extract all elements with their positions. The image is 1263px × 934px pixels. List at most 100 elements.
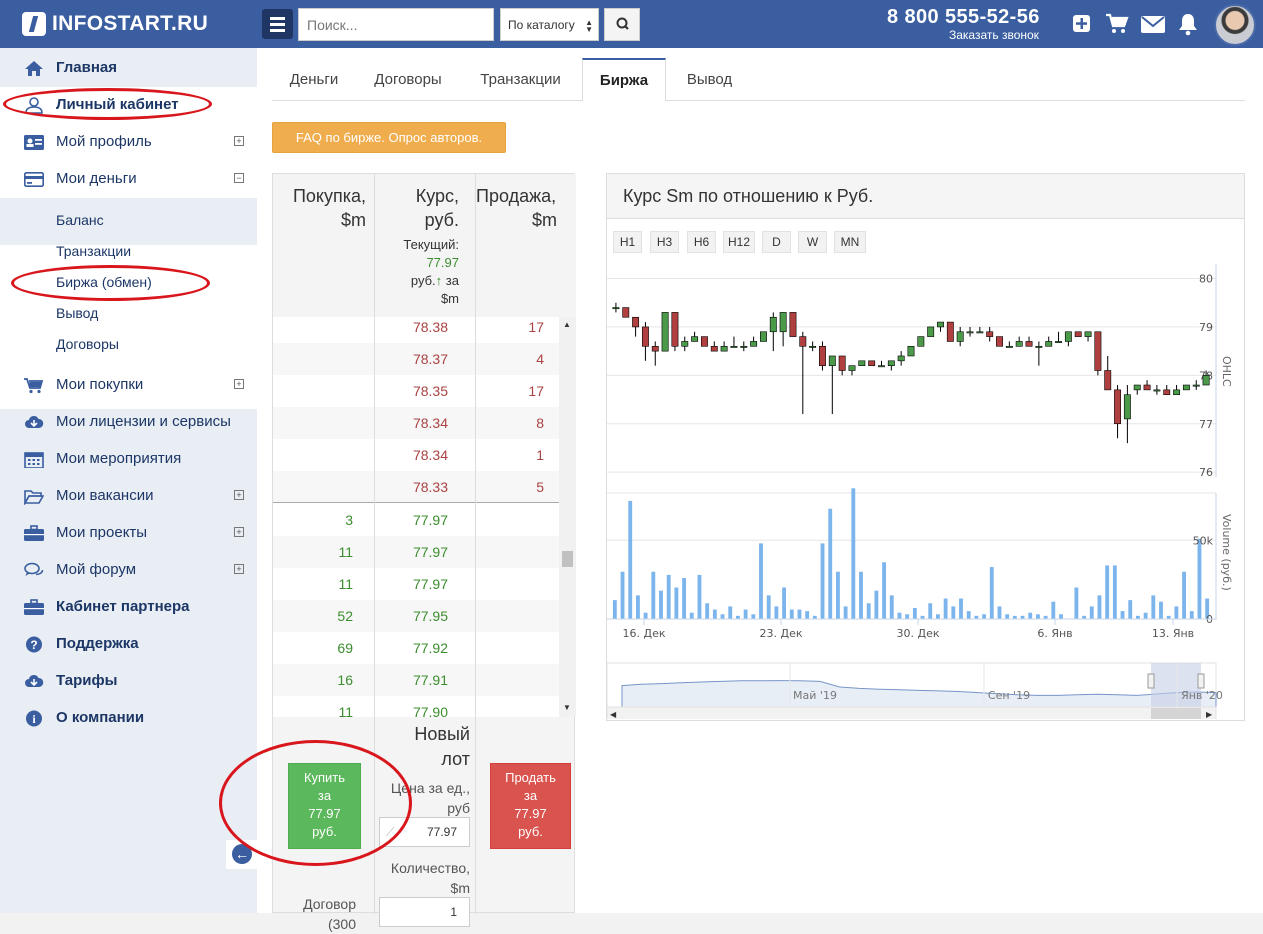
- sidebar-item-about[interactable]: i О компании: [0, 700, 257, 737]
- volume-bar: [874, 590, 879, 619]
- navigator-handle-right[interactable]: [1197, 673, 1205, 689]
- timeframe-d[interactable]: D: [762, 231, 791, 253]
- volume-y-ticks: 50k0: [1193, 534, 1214, 626]
- expand-plus-icon[interactable]: +: [234, 564, 244, 574]
- search-button[interactable]: [604, 8, 640, 41]
- sidebar-item-support[interactable]: ? Поддержка: [0, 626, 257, 663]
- candle-body: [1143, 384, 1151, 391]
- sidebar-item-my-money[interactable]: Мои деньги −: [0, 161, 257, 198]
- sell-order-row[interactable]: 78.37 4: [273, 343, 559, 375]
- order-book-rows[interactable]: 78.38 17 78.37 4 78.35 17 78.34 8 78.34 1 78.…: [273, 317, 559, 717]
- tab-transactions[interactable]: Транзакции: [460, 58, 581, 101]
- plus-square-icon[interactable]: [1070, 12, 1094, 36]
- timeframe-h1[interactable]: H1: [613, 231, 642, 253]
- scroll-thumb[interactable]: [562, 551, 573, 567]
- quantity-input[interactable]: 1: [379, 897, 470, 927]
- faq-button[interactable]: FAQ по бирже. Опрос авторов.: [272, 122, 506, 153]
- sidebar: Главная Личный кабинет Мой профиль + Мои…: [0, 48, 257, 913]
- buy-order-row[interactable]: 11 77.97: [273, 536, 559, 568]
- timeframe-h3[interactable]: H3: [650, 231, 679, 253]
- sidebar-item-label: Мой форум: [56, 561, 137, 578]
- volume-bar: [1143, 612, 1148, 619]
- buy-order-row[interactable]: 3 77.97: [273, 504, 559, 536]
- sidebar-item-my-profile[interactable]: Мой профиль +: [0, 124, 257, 161]
- timeframe-h12[interactable]: H12: [723, 231, 755, 253]
- sidebar-item-forum[interactable]: Мой форум +: [0, 552, 257, 589]
- candle-body: [1173, 389, 1181, 396]
- expand-plus-icon[interactable]: +: [234, 379, 244, 389]
- buy-order-row[interactable]: 11 77.90: [273, 696, 559, 717]
- expand-plus-icon[interactable]: +: [234, 490, 244, 500]
- sell-button[interactable]: Продать за 77.97 руб.: [490, 763, 571, 849]
- candle-body: [641, 326, 649, 347]
- sidebar-item-home[interactable]: Главная: [0, 50, 257, 87]
- tab-withdraw[interactable]: Вывод: [667, 58, 752, 101]
- submenu-contracts[interactable]: Договоры: [56, 336, 119, 352]
- price-chart[interactable]: 8079787776 OHLC 50k0 Volume (руб.) 16. Д…: [607, 264, 1244, 719]
- volume-bar: [828, 508, 833, 619]
- sidebar-item-tariffs[interactable]: Тарифы: [0, 663, 257, 700]
- calendar-icon: [24, 452, 44, 468]
- callback-link[interactable]: Заказать звонок: [949, 28, 1039, 42]
- buy-button[interactable]: Купить за 77.97 руб.: [288, 763, 361, 849]
- navigator-scroll-thumb[interactable]: [1151, 708, 1201, 719]
- buy-order-row[interactable]: 11 77.97: [273, 568, 559, 600]
- sidebar-item-projects[interactable]: Мои проекты +: [0, 515, 257, 552]
- collapse-minus-icon[interactable]: −: [234, 173, 244, 183]
- buy-order-row[interactable]: 69 77.92: [273, 632, 559, 664]
- buy-order-row[interactable]: 52 77.95: [273, 600, 559, 632]
- sell-order-row[interactable]: 78.34 1: [273, 439, 559, 471]
- buy-order-row[interactable]: 16 77.91: [273, 664, 559, 696]
- sidebar-collapse-button[interactable]: ←: [226, 840, 257, 869]
- tab-exchange[interactable]: Биржа: [582, 58, 666, 102]
- cart-icon[interactable]: [1105, 12, 1129, 36]
- volume-bar: [620, 571, 625, 619]
- sidebar-item-licenses[interactable]: Мои лицензии и сервисы: [0, 404, 257, 441]
- envelope-icon[interactable]: [1140, 12, 1166, 36]
- sell-order-row[interactable]: 78.33 5: [273, 471, 559, 503]
- timeframe-w[interactable]: W: [798, 231, 827, 253]
- nav-scroll-left-icon[interactable]: ◀: [610, 710, 617, 719]
- timeframe-h6[interactable]: H6: [687, 231, 716, 253]
- volume-bar: [997, 606, 1002, 619]
- expand-plus-icon[interactable]: +: [234, 136, 244, 146]
- search-icon: [616, 17, 629, 30]
- volume-bar: [943, 598, 948, 619]
- search-input[interactable]: [298, 8, 494, 41]
- scroll-down-icon[interactable]: ▼: [563, 703, 571, 712]
- site-logo[interactable]: INFOSTART.RU: [22, 9, 208, 39]
- ohlc-axis-label: OHLC: [1220, 356, 1233, 387]
- tab-money[interactable]: Деньги: [272, 58, 356, 101]
- price-input[interactable]: ⟋ 77.97: [379, 817, 470, 847]
- scroll-up-icon[interactable]: ▲: [563, 320, 571, 329]
- tab-contracts[interactable]: Договоры: [356, 58, 460, 101]
- sidebar-item-personal-cabinet[interactable]: Личный кабинет: [0, 87, 257, 124]
- navigator-scrollbar[interactable]: [607, 706, 1217, 719]
- x-tick-label: 23. Дек: [760, 627, 803, 640]
- cloud-download-icon: [25, 674, 44, 687]
- user-avatar[interactable]: [1214, 4, 1256, 46]
- phone-number[interactable]: 8 800 555-52-56: [887, 6, 1040, 29]
- catalog-select[interactable]: По каталогу ▲ ▼: [500, 8, 599, 41]
- sidebar-item-purchases[interactable]: Мои покупки +: [0, 367, 257, 404]
- sidebar-item-vacancies[interactable]: Мои вакансии +: [0, 478, 257, 515]
- sell-order-row[interactable]: 78.35 17: [273, 375, 559, 407]
- candle-body: [691, 336, 699, 342]
- expand-plus-icon[interactable]: +: [234, 527, 244, 537]
- submenu-exchange[interactable]: Биржа (обмен): [56, 274, 152, 290]
- order-book-scrollbar[interactable]: ▲ ▼: [559, 317, 576, 717]
- sidebar-item-events[interactable]: Мои мероприятия: [0, 441, 257, 478]
- submenu-transactions[interactable]: Транзакции: [56, 243, 131, 259]
- sidebar-item-partner-cabinet[interactable]: Кабинет партнера: [0, 589, 257, 626]
- volume-bar: [682, 578, 686, 619]
- timeframe-mn[interactable]: MN: [834, 231, 866, 253]
- sell-order-row[interactable]: 78.38 17: [273, 317, 559, 343]
- submenu-balance[interactable]: Баланс: [56, 212, 104, 228]
- hamburger-menu-icon[interactable]: [262, 9, 293, 39]
- candle-body: [730, 345, 738, 348]
- bell-icon[interactable]: [1176, 12, 1200, 36]
- submenu-withdraw[interactable]: Вывод: [56, 305, 98, 321]
- sell-order-row[interactable]: 78.34 8: [273, 407, 559, 439]
- nav-scroll-right-icon[interactable]: ▶: [1206, 710, 1213, 719]
- navigator-handle-left[interactable]: [1147, 673, 1155, 689]
